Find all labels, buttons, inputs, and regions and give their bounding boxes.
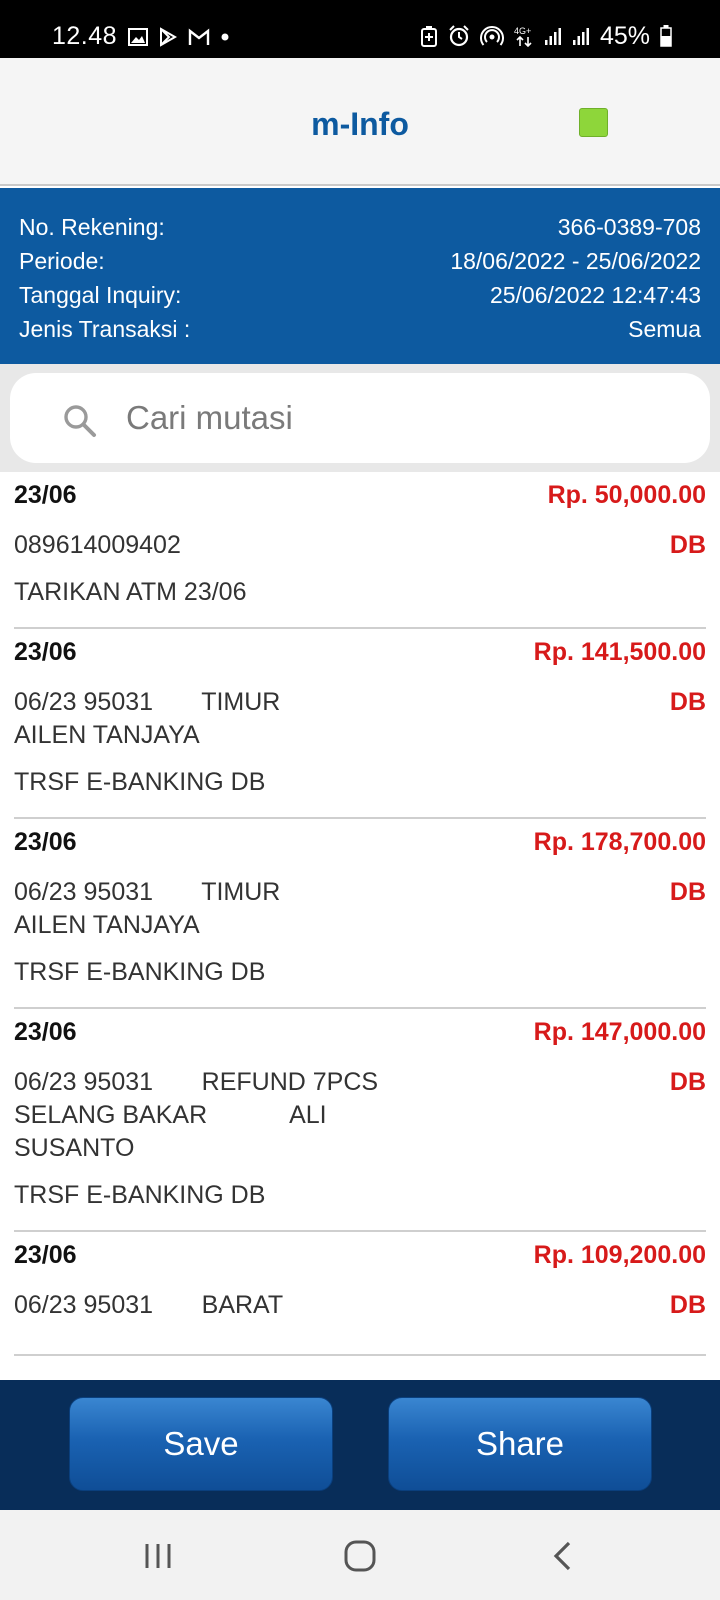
info-row-inquiry-date: Tanggal Inquiry: 25/06/2022 12:47:43 [19,278,701,312]
transaction-description: 06/23 95031 TIMUR AILEN TANJAYA [14,878,281,939]
transaction-description: 06/23 95031 REFUND 7PCS SELANG BAKAR ALI… [14,1068,379,1162]
info-row-account-number: No. Rekening: 366-0389-708 [19,210,701,244]
transaction-item[interactable]: 23/06 Rp. 178,700.00 06/23 95031 TIMUR A… [14,819,706,1009]
search-placeholder: Cari mutasi [126,399,293,436]
system-navigation-bar [0,1510,720,1600]
status-bar: 12.48 4G+ 45% [0,0,720,58]
transaction-type: DB [669,531,706,559]
status-time: 12.48 [52,22,118,50]
gmail-icon [188,28,210,46]
transaction-amount: Rp. 147,000.00 [533,1017,706,1046]
transaction-description: 089614009402 [14,531,181,559]
transaction-date: 23/06 [14,1240,77,1269]
transaction-date: 23/06 [14,637,77,666]
transaction-type: DB [669,878,706,906]
transaction-amount: Rp. 109,200.00 [533,1240,706,1269]
transaction-date: 23/06 [14,1017,77,1046]
search-area: Cari mutasi [0,364,720,472]
transaction-item[interactable]: 23/06 Rp. 50,000.00 089614009402 DB TARI… [14,472,706,629]
transaction-type: DB [669,1291,706,1319]
transaction-note: TRSF E-BANKING DB [14,768,266,796]
dot-icon [220,32,230,42]
transaction-note: TRSF E-BANKING DB [14,1181,266,1209]
battery-icon [660,25,672,47]
signal-icon [544,26,562,46]
info-value: 25/06/2022 12:47:43 [489,281,701,308]
info-value: 366-0389-708 [557,213,701,240]
transaction-description: 06/23 95031 TIMUR AILEN TANJAYA [14,688,281,749]
status-indicator [579,108,608,137]
signal-icon [572,26,590,46]
info-row-period: Periode: 18/06/2022 - 25/06/2022 [19,244,701,278]
search-input[interactable]: Cari mutasi [10,373,710,463]
svg-text:4G+: 4G+ [514,26,531,36]
system-icons: 4G+ 45% [420,22,672,50]
search-icon [62,403,98,439]
image-icon [128,28,148,46]
back-icon[interactable] [538,1532,586,1580]
transaction-note: TARIKAN ATM 23/06 [14,578,247,606]
transaction-amount: Rp. 50,000.00 [547,480,706,509]
action-bar: Save Share [0,1380,720,1510]
transaction-item[interactable]: 23/06 Rp. 109,200.00 06/23 95031 BARAT D… [14,1232,706,1356]
app-header: m-Info [0,58,720,186]
account-info-panel: No. Rekening: 366-0389-708 Periode: 18/0… [0,188,720,364]
battery-saver-icon [420,25,438,47]
battery-percent: 45% [599,21,650,50]
transaction-item[interactable]: 23/06 Rp. 147,000.00 06/23 95031 REFUND … [14,1009,706,1232]
play-store-icon [158,27,178,47]
page-title: m-Info [311,106,409,142]
info-label: Jenis Transaksi : [19,315,191,342]
alarm-icon [448,25,470,47]
save-button[interactable]: Save [69,1397,333,1491]
share-button[interactable]: Share [388,1397,652,1491]
transaction-type: DB [669,688,706,716]
transaction-note [14,1336,706,1354]
recent-apps-icon[interactable] [134,1532,182,1580]
info-value: Semua [628,315,701,342]
info-value: 18/06/2022 - 25/06/2022 [450,247,701,274]
notification-icons [128,26,230,48]
info-label: Periode: [19,247,105,274]
transaction-description: 06/23 95031 BARAT [14,1291,284,1319]
hotspot-icon [479,25,504,47]
transaction-date: 23/06 [14,827,77,856]
info-label: Tanggal Inquiry: [19,281,182,308]
transaction-amount: Rp. 178,700.00 [533,827,706,856]
transaction-note: TRSF E-BANKING DB [14,958,266,986]
transaction-date: 23/06 [14,480,77,509]
network-4g-icon: 4G+ [514,25,534,47]
info-label: No. Rekening: [19,213,165,240]
transaction-item[interactable]: 23/06 Rp. 141,500.00 06/23 95031 TIMUR A… [14,629,706,819]
transaction-list[interactable]: 23/06 Rp. 50,000.00 089614009402 DB TARI… [0,472,720,1380]
home-icon[interactable] [336,1532,384,1580]
transaction-amount: Rp. 141,500.00 [533,637,706,666]
info-row-transaction-type: Jenis Transaksi : Semua [19,312,701,346]
transaction-type: DB [669,1068,706,1096]
